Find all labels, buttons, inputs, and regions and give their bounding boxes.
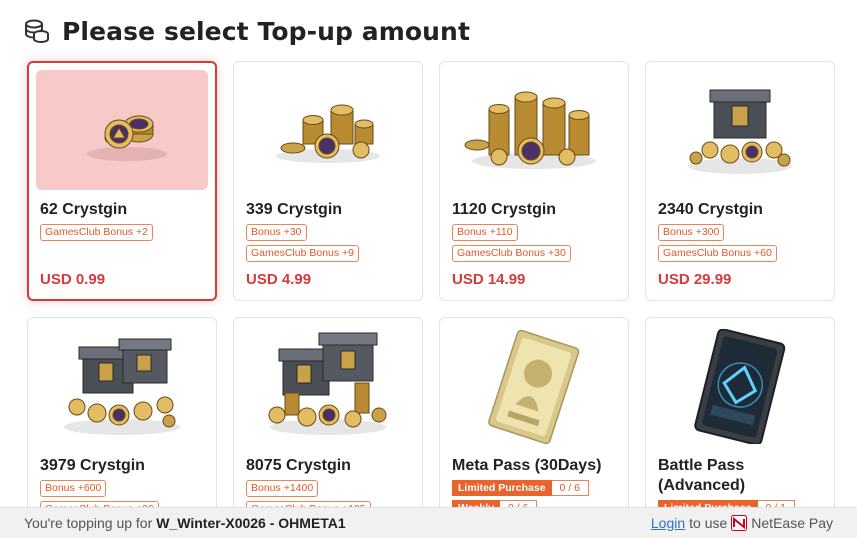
topping-up-prefix: You're topping up for: [24, 515, 153, 531]
battle-pass-card-image: [654, 326, 826, 446]
login-link[interactable]: Login: [651, 515, 685, 531]
product-title: Meta Pass (30Days): [452, 457, 602, 474]
crystgin-chests-image: [242, 326, 414, 446]
product-card-2340[interactable]: 2340 Crystgin Bonus +300 GamesClub Bonus…: [645, 61, 835, 301]
bonus-badge: Bonus +600: [40, 480, 107, 497]
crystgin-coins-image: [242, 70, 414, 190]
product-card-battle-pass[interactable]: Battle Pass (Advanced) Limited Purchase …: [645, 317, 835, 538]
bonus-badge: Bonus +1400: [246, 480, 319, 497]
product-price: USD 0.99: [40, 271, 106, 288]
bonus-badge: Bonus +300: [658, 224, 725, 241]
page-header: Please select Top-up amount: [24, 14, 470, 48]
page-title: Please select Top-up amount: [62, 16, 471, 46]
product-card-339[interactable]: 339 Crystgin Bonus +30 GamesClub Bonus +…: [233, 61, 423, 301]
product-price: USD 4.99: [246, 271, 312, 288]
product-title: 1120 Crystgin: [452, 201, 557, 218]
bonus-badge: Bonus +30: [246, 224, 307, 241]
limit-count: 0 / 6: [551, 480, 589, 496]
product-card-meta-pass[interactable]: Meta Pass (30Days) Limited Purchase 0 / …: [439, 317, 629, 538]
crystgin-coins-image: [36, 70, 208, 190]
bonus-badge: GamesClub Bonus +60: [658, 245, 777, 262]
account-name: W_Winter-X0026 - OHMETA1: [156, 515, 346, 531]
product-title: 3979 Crystgin: [40, 457, 145, 474]
to-use-text: to use: [689, 515, 728, 531]
product-title: 8075 Crystgin: [246, 457, 351, 474]
product-card-62[interactable]: 62 Crystgin GamesClub Bonus +2 USD 0.99: [27, 61, 217, 301]
product-title: Battle Pass (Advanced): [658, 457, 746, 494]
netease-pay-brand: NetEase Pay: [751, 515, 833, 531]
product-card-3979[interactable]: 3979 Crystgin Bonus +600 GamesClub Bonus…: [27, 317, 217, 538]
product-card-8075[interactable]: 8075 Crystgin Bonus +1400 GamesClub Bonu…: [233, 317, 423, 538]
bonus-badge: GamesClub Bonus +30: [452, 245, 571, 262]
footer-bar: You're topping up for W_Winter-X0026 - O…: [0, 507, 857, 538]
meta-pass-card-image: [448, 326, 620, 446]
product-price: USD 29.99: [658, 271, 732, 288]
bonus-badge: GamesClub Bonus +2: [40, 224, 154, 241]
crystgin-coins-image: [448, 70, 620, 190]
netease-pay-logo-icon: [731, 515, 748, 531]
crystgin-chests-image: [36, 326, 208, 446]
coins-stack-icon: [25, 19, 49, 44]
product-title: 62 Crystgin: [40, 201, 128, 218]
product-card-1120[interactable]: 1120 Crystgin Bonus +110 GamesClub Bonus…: [439, 61, 629, 301]
crystgin-chest-image: [654, 70, 826, 190]
product-title: 2340 Crystgin: [658, 201, 763, 218]
product-title: 339 Crystgin: [246, 201, 343, 218]
bonus-badge: Bonus +110: [452, 224, 518, 241]
login-area: Login to use NetEase Pay: [651, 515, 833, 531]
limit-label: Limited Purchase: [452, 480, 552, 496]
bonus-badge: GamesClub Bonus +9: [246, 245, 360, 262]
purchase-limit-badge: Limited Purchase 0 / 6: [452, 480, 589, 496]
product-price: USD 14.99: [452, 271, 526, 288]
